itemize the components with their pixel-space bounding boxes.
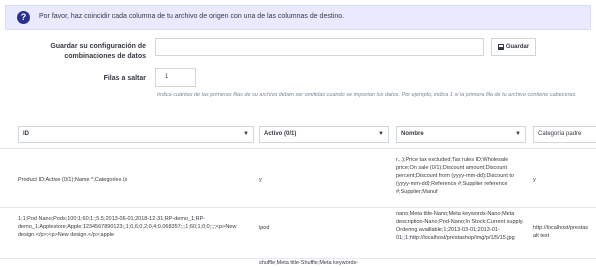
caret-down-icon: ▼ xyxy=(515,131,521,137)
skip-rows-label: Filas a saltar xyxy=(103,75,146,82)
column-select-label: Nombre xyxy=(401,131,424,137)
question-icon: ? xyxy=(17,11,30,24)
config-name-input[interactable] xyxy=(155,38,484,56)
caret-down-icon: ▼ xyxy=(243,131,249,137)
column-select-label: Activo (0/1) xyxy=(264,131,297,137)
column-select-label: ID xyxy=(23,131,29,137)
info-alert: ? Por favor, haz coincidir cada columna … xyxy=(5,5,591,30)
row-1-col-1: Product ID;Active (0/1);Name *;Categorie… xyxy=(18,177,128,183)
row-2-col-1: 1;1;Pod Nano;Pods;100;1;60;1;;5.5;2013-0… xyxy=(18,216,237,238)
save-config-button[interactable]: Guardar xyxy=(491,38,536,56)
column-select-1[interactable]: ID ▼ xyxy=(18,126,254,143)
save-button-label: Guardar xyxy=(505,44,530,50)
alert-message: Por favor, haz coincidir cada columna de… xyxy=(39,13,345,20)
row-1-col-3: r...);Price tax excluded;Tax rules ID;Wh… xyxy=(396,157,514,195)
column-select-2[interactable]: Activo (0/1) ▼ xyxy=(259,126,389,143)
save-icon xyxy=(497,44,504,50)
row-1-col-2: y xyxy=(259,177,262,183)
row-2-col-2: ipod xyxy=(259,225,270,231)
row-2-col-4: http://localhost/prestas alt text xyxy=(533,225,589,239)
skip-rows-help: Indica cuántas de las primeras filas de … xyxy=(157,92,577,98)
column-select-3[interactable]: Nombre ▼ xyxy=(396,126,526,143)
row-divider xyxy=(0,148,596,149)
row-2-col-3: nano;Meta title-Nano;Meta keywords-Nano;… xyxy=(396,211,524,241)
row-1-col-4: y xyxy=(533,177,536,183)
column-select-4[interactable]: Categoría padre xyxy=(533,126,596,143)
caret-down-icon: ▼ xyxy=(378,131,384,137)
column-select-label: Categoría padre xyxy=(538,131,582,137)
skip-rows-input[interactable]: 1 xyxy=(155,68,196,87)
config-label: Guardar su configuración de combinacione… xyxy=(50,43,146,60)
row-divider xyxy=(0,207,596,208)
